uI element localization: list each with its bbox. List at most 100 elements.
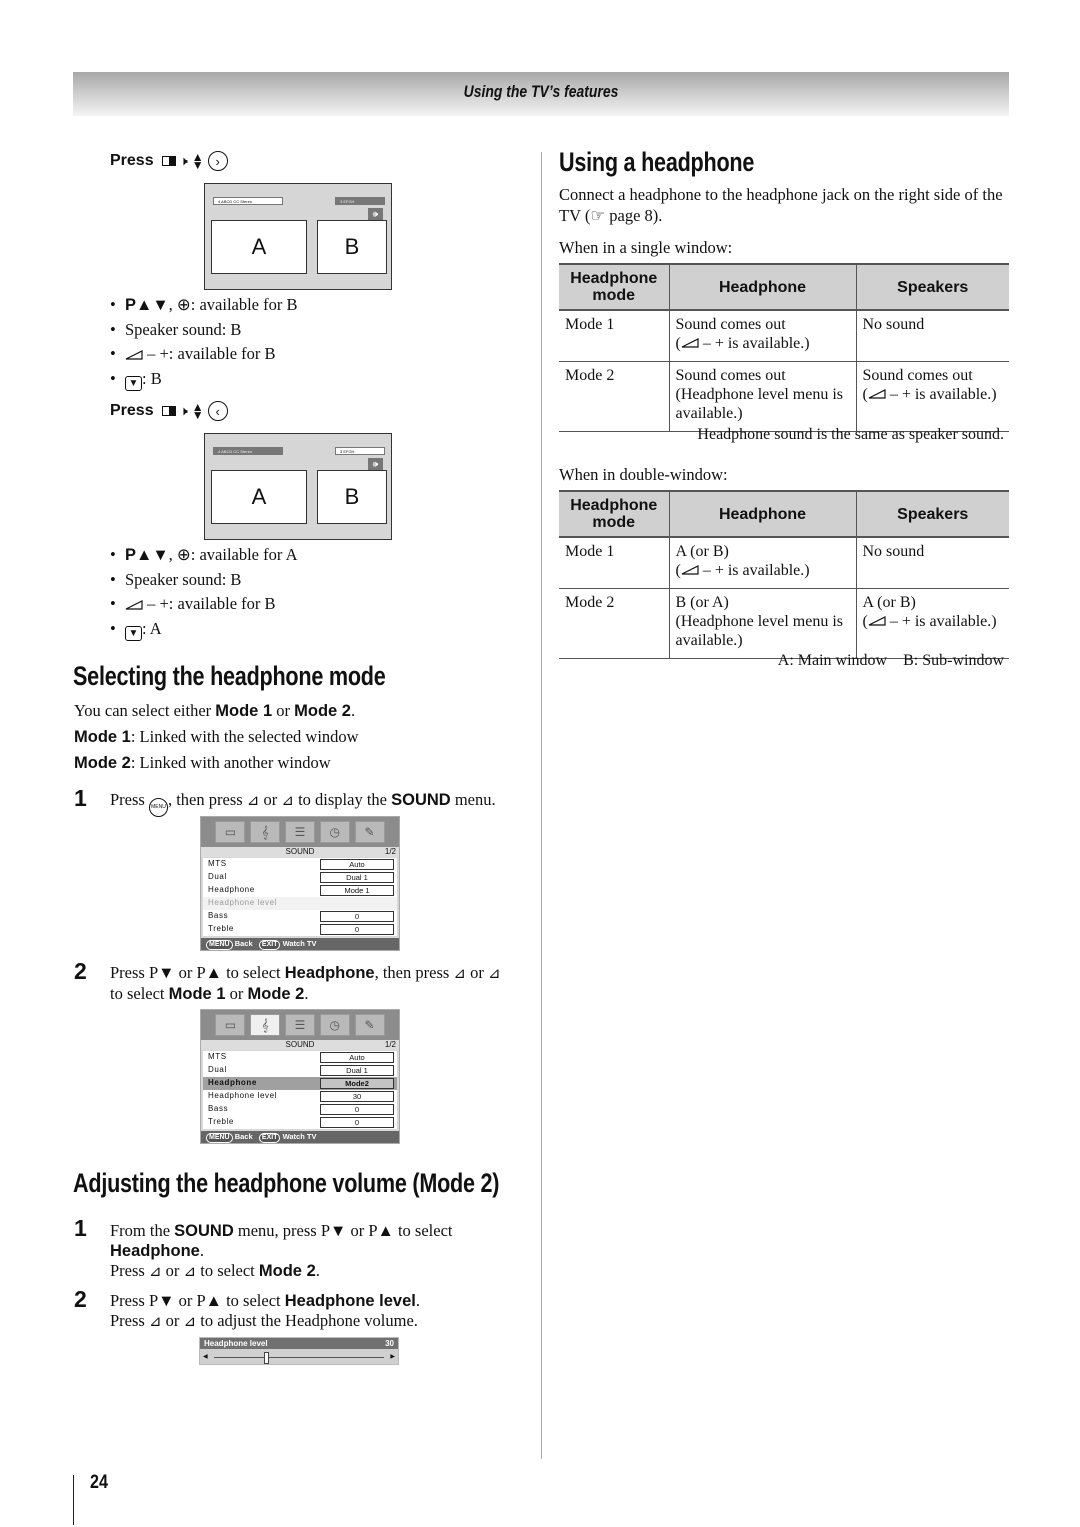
sub-window: B xyxy=(317,220,387,274)
table-row: Mode 2 Sound comes out (Headphone level m… xyxy=(559,361,1009,432)
adjust-step-1-text: From the SOUND menu, press P▼ or P▲ to s… xyxy=(110,1221,453,1280)
table-cell: Sound comes out (Headphone level menu is… xyxy=(668,361,856,432)
speaker-icon: 🕪 xyxy=(368,208,383,220)
footer-rule xyxy=(73,1475,74,1525)
picture-icon: ▭ xyxy=(215,1014,246,1036)
osd-footer: MENU Back EXIT Watch TV xyxy=(201,1131,399,1143)
osd-footer: MENU Back EXIT Watch TV xyxy=(201,938,399,950)
osd-row: Bass 0 xyxy=(203,1102,397,1116)
osd-row: MTS Auto xyxy=(203,858,397,871)
slider-thumb xyxy=(263,1352,269,1364)
adjust-step-2-text: Press P▼ or P▲ to select Headphone level… xyxy=(110,1291,420,1330)
bullet-item: P▲▼, ⊕: available for B xyxy=(110,293,298,318)
column-header: Headphone mode xyxy=(559,490,669,538)
right-arrow-circle-icon: › xyxy=(207,151,228,171)
volume-down-icon: ⊿ xyxy=(453,966,466,982)
main-channel-banner: 4 ABCD CC Stereo xyxy=(213,197,283,205)
volume-up-icon: ⊿ xyxy=(183,1264,197,1280)
setup-icon: ☰ xyxy=(284,1014,315,1036)
section-heading-using-headphone: Using a headphone xyxy=(559,147,755,177)
osd-row: Treble 0 xyxy=(203,1115,397,1129)
volume-icon xyxy=(125,350,143,360)
bullet-item: ▼: B xyxy=(110,367,298,392)
bullet-item: Speaker sound: B xyxy=(110,568,298,593)
double-window-table: Headphone mode Headphone Speakers Mode 1… xyxy=(559,490,1009,659)
up-down-icon: ▲ ▼ xyxy=(191,150,204,172)
speaker-icon: 🕪 xyxy=(368,458,383,470)
step-number: 2 xyxy=(74,1286,87,1312)
table-cell: A (or B) ( – + is available.) xyxy=(668,537,856,589)
table-cell: No sound xyxy=(855,537,1009,589)
table-cell: A (or B) ( – + is available.) xyxy=(855,588,1009,659)
osd-row: Dual Dual 1 xyxy=(203,1063,397,1077)
slider-left-arrow-icon: ◀ xyxy=(203,1354,208,1360)
osd-row: Dual Dual 1 xyxy=(203,870,397,884)
step-2-text: Press P▼ or P▲ to select Headphone, then… xyxy=(110,963,501,1003)
double-window-caption: When in double-window: xyxy=(559,465,728,484)
double-table-note: A: Main window B: Sub-window xyxy=(777,652,1004,669)
osd-row: MTS Auto xyxy=(203,1051,397,1064)
osd-row: Headphone level 30 xyxy=(203,1089,397,1103)
table-cell: Sound comes out ( – + is available.) xyxy=(855,361,1009,432)
slider-right-arrow-icon: ▶ xyxy=(390,1354,395,1360)
column-header: Speakers xyxy=(855,490,1009,538)
pip-diagram-sub-active: 4 ABCD CC Stereo 3 EFGH 🕪 A B xyxy=(204,183,392,290)
sound-menu-osd-2: ▭ 𝄞 ☰ ◷ ✎ SOUND 1/2 MTS Auto Dual Dual 1 H… xyxy=(200,1009,400,1144)
single-window-table: Headphone mode Headphone Speakers Mode 1… xyxy=(559,263,1009,432)
osd-row: Headphone Mode 1 xyxy=(203,883,397,897)
press-instruction-right: Press 🕨 ▲ ▼ › xyxy=(110,151,228,171)
bullet-item: – +: available for B xyxy=(110,342,298,367)
menu-category-icons: ▭ 𝄞 ☰ ◷ ✎ xyxy=(201,817,399,847)
column-header: Headphone xyxy=(668,490,856,538)
table-cell: Mode 2 xyxy=(559,361,669,432)
column-header: Speakers xyxy=(855,263,1009,311)
sub-channel-banner: 3 EFGH xyxy=(335,197,385,205)
speaker-icon: 🕨 xyxy=(179,403,188,418)
slider-label: Headphone level xyxy=(204,1339,268,1348)
menu-category-icons: ▭ 𝄞 ☰ ◷ ✎ xyxy=(201,1010,399,1040)
running-header: Using the TV’s features xyxy=(73,72,1009,116)
intro-paragraph: Connect a headphone to the headphone jac… xyxy=(559,185,1003,225)
wrench-icon: ✎ xyxy=(354,821,385,843)
osd-row-selected: Headphone Mode2 xyxy=(203,1076,397,1090)
main-window: A xyxy=(211,220,307,274)
press-label: Press xyxy=(110,152,154,169)
bullet-list-right: P▲▼, ⊕: available for B Speaker sound: B… xyxy=(110,293,298,392)
osd-page: 1/2 xyxy=(384,847,396,856)
table-row: Mode 1 Sound comes out ( – + is available… xyxy=(559,310,1009,362)
slider-track xyxy=(214,1357,384,1358)
table-cell: Mode 2 xyxy=(559,588,669,659)
speaker-icon: 🕨 xyxy=(179,153,188,168)
main-channel-banner: 4 ABCD CC Stereo xyxy=(213,447,283,455)
press-instruction-left: Press 🕨 ▲ ▼ ‹ xyxy=(110,401,228,421)
single-table-note: Headphone sound is the same as speaker s… xyxy=(697,426,1004,443)
section-heading-adjust-volume: Adjusting the headphone volume (Mode 2) xyxy=(73,1168,500,1198)
bullet-item: – +: available for B xyxy=(110,592,298,617)
mode-intro: You can select either Mode 1 or Mode 2. … xyxy=(74,701,359,772)
bullet-item: ▼: A xyxy=(110,617,298,642)
column-header: Headphone xyxy=(668,263,856,311)
sound-icon: 𝄞 xyxy=(250,1014,281,1036)
section-heading-select-mode: Selecting the headphone mode xyxy=(73,661,386,691)
column-header: Headphone mode xyxy=(559,263,669,311)
press-label: Press xyxy=(110,402,154,419)
single-window-caption: When in a single window: xyxy=(559,238,733,257)
table-cell: Mode 1 xyxy=(559,537,669,589)
split-window-icon xyxy=(161,156,176,166)
up-down-icon: ▲ ▼ xyxy=(191,400,204,422)
sub-window: B xyxy=(317,470,387,524)
table-cell: No sound xyxy=(855,310,1009,362)
page-number: 24 xyxy=(90,1472,108,1493)
osd-row: Bass 0 xyxy=(203,909,397,923)
step-number: 1 xyxy=(74,785,87,811)
swap-button-icon: ▼ xyxy=(125,376,142,392)
volume-icon xyxy=(868,616,886,626)
volume-down-icon: ⊿ xyxy=(148,1264,162,1280)
step-number: 1 xyxy=(74,1215,87,1241)
column-divider xyxy=(541,152,542,1459)
sound-menu-osd-1: ▭ 𝄞 ☰ ◷ ✎ SOUND 1/2 MTS Auto Dual Dual 1 H… xyxy=(200,816,400,951)
osd-title: SOUND xyxy=(201,847,399,857)
volume-down-icon: ⊿ xyxy=(246,793,260,809)
slider-value: 30 xyxy=(385,1339,394,1348)
sound-icon: 𝄞 xyxy=(250,821,281,843)
